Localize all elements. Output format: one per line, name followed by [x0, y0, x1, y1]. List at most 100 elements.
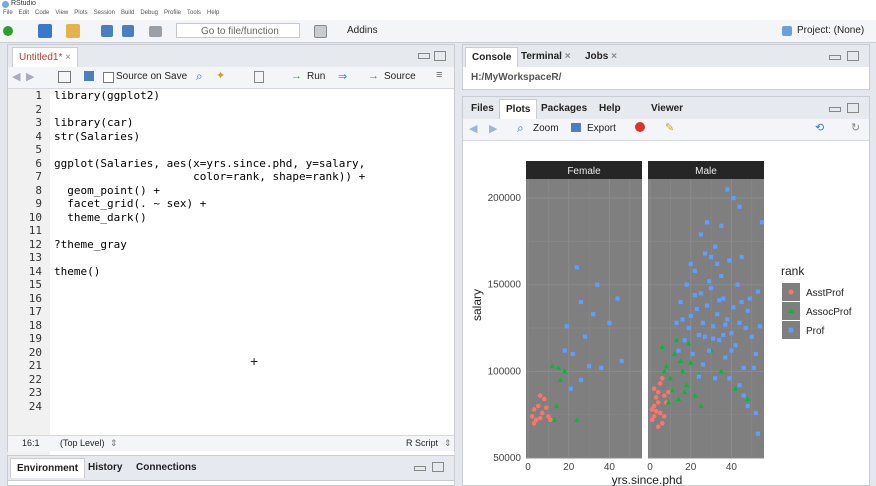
code-line[interactable]: geom_point() +: [54, 184, 160, 197]
menu-item-profile[interactable]: Profile: [164, 10, 181, 16]
menu-item-debug[interactable]: Debug: [140, 10, 158, 16]
tab-help[interactable]: Help: [593, 99, 627, 119]
new-file-icon[interactable]: [3, 26, 13, 36]
code-line[interactable]: facet_grid(. ~ sex) +: [54, 197, 206, 210]
run-button[interactable]: Run: [307, 71, 325, 82]
maximize-icon[interactable]: [847, 103, 859, 113]
save-icon[interactable]: [101, 25, 113, 37]
source-icon[interactable]: →: [368, 70, 379, 82]
code-line[interactable]: color=rank, shape=rank)) +: [54, 170, 365, 183]
forward-arrow-icon[interactable]: ▶: [26, 70, 34, 83]
tab-files[interactable]: Files: [465, 99, 500, 119]
tab-label: Console: [472, 52, 512, 63]
print-icon[interactable]: [149, 26, 162, 37]
source-button[interactable]: Source: [384, 71, 416, 82]
line-number: 18: [28, 318, 42, 332]
export-icon[interactable]: [571, 123, 581, 132]
sync-icon[interactable]: ⟲: [815, 121, 824, 134]
zoom-button[interactable]: Zoom: [533, 123, 559, 134]
tab-connections[interactable]: Connections: [130, 458, 203, 478]
addins-button[interactable]: Addins: [347, 25, 378, 36]
code-line[interactable]: theme_dark(): [54, 211, 146, 224]
menu-item-edit[interactable]: Edit: [19, 10, 29, 16]
window-title-bar: RStudio: [0, 0, 876, 10]
code-line[interactable]: ?theme_gray: [54, 238, 127, 251]
source-on-save-checkbox[interactable]: [103, 72, 114, 83]
new-project-icon[interactable]: [38, 24, 52, 38]
data-point-prof: [680, 317, 685, 322]
back-arrow-icon[interactable]: ◀: [12, 70, 20, 83]
export-button[interactable]: Export: [587, 123, 616, 134]
zoom-icon[interactable]: ⌕: [517, 121, 524, 136]
file-type-selector[interactable]: R Script: [406, 436, 438, 451]
tab-jobs[interactable]: Jobs ×: [579, 47, 623, 67]
scope-dropdown-icon[interactable]: ⇕: [110, 436, 118, 451]
close-icon[interactable]: ×: [562, 51, 571, 62]
minimize-icon[interactable]: [418, 53, 430, 59]
file-type-dropdown-icon[interactable]: ⇕: [444, 436, 452, 451]
line-number: 16: [28, 291, 42, 305]
scope-selector[interactable]: (Top Level): [60, 436, 105, 451]
workspace-panes-icon[interactable]: [314, 25, 327, 38]
outline-icon[interactable]: ≡: [436, 69, 442, 81]
data-point-prof: [751, 365, 756, 370]
menu-item-help[interactable]: Help: [207, 10, 219, 16]
code-line[interactable]: library(car): [54, 116, 133, 129]
code-line[interactable]: str(Salaries): [54, 130, 140, 143]
tab-console[interactable]: Console: [465, 47, 519, 67]
minimize-icon[interactable]: [829, 107, 841, 112]
maximize-icon[interactable]: [432, 462, 444, 472]
maximize-icon[interactable]: [434, 51, 446, 61]
menu-item-tools[interactable]: Tools: [187, 10, 201, 16]
minimize-icon[interactable]: [829, 55, 841, 60]
goto-file-input[interactable]: Go to file/function: [176, 23, 300, 38]
clear-all-plots-icon[interactable]: ✎: [665, 121, 674, 134]
data-point-asstprof: [548, 417, 553, 423]
window-title: RStudio: [11, 0, 36, 7]
maximize-icon[interactable]: [847, 51, 859, 61]
refresh-icon[interactable]: ↻: [851, 121, 860, 134]
save-all-icon[interactable]: [122, 25, 134, 37]
data-point-prof: [700, 320, 706, 325]
menu-item-plots[interactable]: Plots: [74, 10, 87, 16]
menu-item-build[interactable]: Build: [121, 10, 134, 16]
run-icon[interactable]: →: [291, 70, 302, 82]
save-icon[interactable]: [84, 71, 94, 81]
menu-item-session[interactable]: Session: [94, 10, 115, 16]
forward-arrow-icon[interactable]: ▶: [489, 122, 497, 135]
legend-label: AsstProf: [806, 288, 844, 299]
magic-wand-icon[interactable]: ✦: [216, 69, 225, 82]
data-point-prof: [757, 324, 763, 329]
code-line[interactable]: library(ggplot2): [54, 89, 160, 102]
menu-item-file[interactable]: File: [3, 10, 13, 16]
compile-report-icon[interactable]: [254, 71, 264, 83]
open-file-icon[interactable]: [66, 24, 80, 38]
data-point-prof: [578, 377, 584, 383]
code-editor[interactable]: 1 2 3 4 5 6 7 8 9 10 11 12 13 14 15 16 17 18 19 20 21 22 23 24 …: [8, 89, 454, 481]
close-icon[interactable]: ×: [65, 52, 71, 63]
back-arrow-icon[interactable]: ◀: [469, 122, 477, 135]
data-point-prof: [700, 362, 706, 367]
menu-item-code[interactable]: Code: [35, 10, 49, 16]
tab-environment[interactable]: Environment: [10, 458, 86, 478]
tab-viewer[interactable]: Viewer: [645, 99, 689, 119]
data-point-asstprof: [655, 400, 661, 405]
code-line[interactable]: theme(): [54, 265, 100, 278]
close-icon[interactable]: ×: [608, 51, 617, 62]
data-point-prof: [723, 355, 728, 360]
minimize-icon[interactable]: [414, 466, 426, 471]
tab-label: Environment: [17, 463, 79, 474]
tab-untitled1[interactable]: Untitled1* ×: [12, 47, 78, 67]
remove-plot-icon[interactable]: [635, 122, 645, 132]
code-line[interactable]: ggplot(Salaries, aes(x=yrs.since.phd, y=…: [54, 157, 365, 170]
rerun-icon[interactable]: ⇒: [338, 70, 347, 83]
search-icon[interactable]: ⌕: [196, 69, 203, 84]
project-menu[interactable]: Project: (None): [797, 25, 864, 36]
tab-terminal[interactable]: Terminal ×: [515, 47, 577, 67]
tab-plots[interactable]: Plots: [499, 99, 538, 119]
tab-history[interactable]: History: [82, 458, 128, 478]
show-in-window-icon[interactable]: [58, 71, 71, 83]
menu-item-view[interactable]: View: [55, 10, 68, 16]
data-point-prof: [564, 324, 569, 329]
tab-packages[interactable]: Packages: [535, 99, 593, 119]
